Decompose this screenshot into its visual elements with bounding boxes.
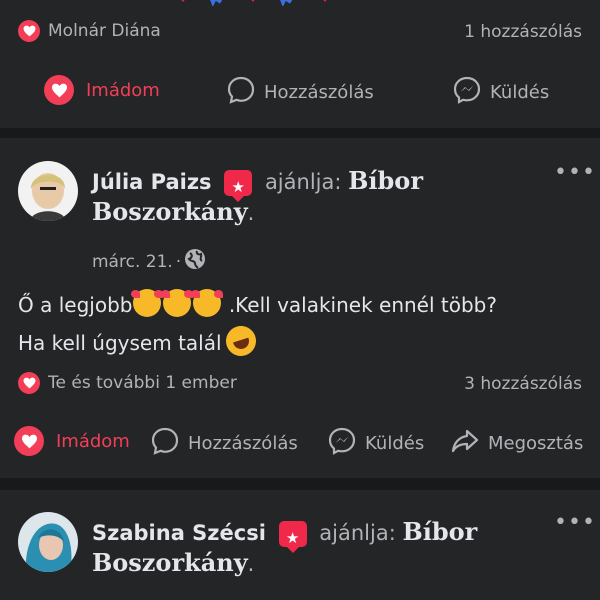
post-text: Ő a legjobb .Kell valakinek ennél több? … (18, 286, 588, 362)
date-separator: · (175, 251, 182, 272)
send-button[interactable]: Küldés (327, 426, 424, 461)
recommend-icon: ★ (278, 521, 307, 553)
smiling-hearts-emoji (191, 289, 224, 317)
comment-count[interactable]: 3 hozzászólás (464, 374, 582, 394)
share-icon (450, 426, 480, 461)
heart-icon (18, 20, 40, 42)
post-text-part: Ő a legjobb (18, 293, 133, 317)
header-period: . (247, 201, 255, 225)
messenger-icon (452, 75, 482, 110)
heart-icon (14, 426, 44, 456)
smiling-hearts-emoji (131, 289, 164, 317)
recommends-text: ajánlja: (319, 521, 396, 545)
post-separator (0, 128, 600, 138)
post-text-part: .Kell valakinek ennél több? (228, 293, 497, 317)
heart-icon (44, 75, 74, 105)
reaction-summary[interactable]: Te és további 1 ember (18, 372, 237, 394)
send-label: Küldés (365, 433, 425, 454)
recommend-icon: ★ (224, 170, 253, 202)
post-text-line-1: Ő a legjobb .Kell valakinek ennél több? (18, 286, 588, 324)
avatar[interactable] (18, 161, 78, 221)
post-header: Szabina Szécsi ★ ajánlja: Bíbor Boszorká… (92, 517, 532, 579)
like-label: Imádom (86, 79, 160, 101)
post-text-part: Ha kell úgysem talál (18, 331, 222, 355)
post-card-3: Szabina Szécsi ★ ajánlja: Bíbor Boszorká… (0, 490, 600, 600)
share-label: Megosztás (488, 433, 584, 454)
recommends-text: ajánlja: (264, 170, 342, 194)
post-header: Júlia Paizs ★ ajánlja: Bíbor Boszorkány. (92, 166, 532, 228)
share-button[interactable]: Megosztás (450, 426, 583, 461)
author-name[interactable]: Szabina Szécsi (92, 521, 266, 545)
header-period: . (247, 552, 255, 576)
like-label: Imádom (56, 430, 130, 452)
post-text-line-2: Ha kell úgysem talál (18, 322, 588, 362)
post-card-1: Molnár Diána 1 hozzászólás Imádom Hozzás… (0, 0, 600, 128)
globe-icon (184, 248, 206, 275)
post-date[interactable]: márc. 21. (92, 252, 173, 272)
comment-button[interactable]: Hozzászólás (150, 426, 298, 461)
more-icon[interactable]: ••• (554, 510, 596, 535)
reaction-summary[interactable]: Molnár Diána (18, 20, 161, 42)
author-name[interactable]: Júlia Paizs (92, 170, 212, 194)
heart-icon (18, 372, 40, 394)
cropped-emoji-row (165, 0, 355, 7)
like-button[interactable]: Imádom (44, 75, 160, 105)
reaction-text: Te és további 1 ember (48, 373, 237, 393)
send-label: Küldés (490, 82, 550, 103)
like-button[interactable]: Imádom (14, 426, 130, 456)
post-card-2: Júlia Paizs ★ ajánlja: Bíbor Boszorkány.… (0, 138, 600, 478)
reactor-name: Molnár Diána (48, 21, 161, 41)
laughing-emoji (221, 322, 260, 360)
post-separator (0, 478, 600, 490)
comment-icon (150, 426, 180, 461)
messenger-icon (327, 426, 357, 461)
send-button[interactable]: Küldés (452, 75, 549, 110)
comment-icon (226, 75, 256, 110)
comment-label: Hozzászólás (264, 82, 374, 103)
post-meta: márc. 21. · (92, 248, 206, 275)
avatar[interactable] (18, 512, 78, 572)
comment-label: Hozzászólás (188, 433, 298, 454)
comment-count[interactable]: 1 hozzászólás (464, 22, 582, 42)
smiling-hearts-emoji (161, 289, 194, 317)
comment-button[interactable]: Hozzászólás (226, 75, 374, 110)
more-icon[interactable]: ••• (554, 160, 596, 185)
